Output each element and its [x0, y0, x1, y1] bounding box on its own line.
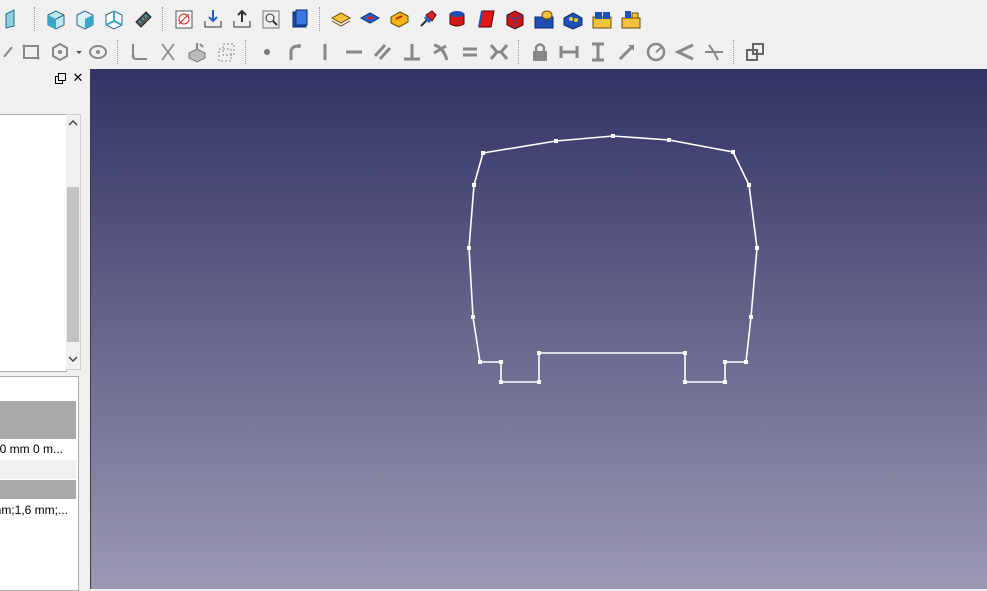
property-group-row[interactable] — [0, 420, 76, 439]
parallel-icon[interactable] — [368, 38, 397, 66]
radius-icon[interactable] — [641, 38, 670, 66]
horizontal-icon[interactable] — [339, 38, 368, 66]
separator — [117, 40, 119, 64]
export-icon[interactable] — [227, 5, 256, 33]
scroll-down-icon[interactable] — [66, 352, 80, 368]
inspect-icon[interactable] — [256, 5, 285, 33]
tangent-curve-icon[interactable] — [426, 38, 455, 66]
measure-ruler-icon[interactable] — [128, 5, 157, 33]
toolbar-constraints — [0, 35, 987, 70]
3d-view[interactable] — [90, 69, 987, 589]
separator — [245, 40, 247, 64]
toggle-construction-icon[interactable] — [740, 38, 769, 66]
tangent-icon[interactable] — [281, 38, 310, 66]
separator — [162, 7, 164, 31]
float-panel-icon[interactable] — [55, 73, 66, 84]
scrollbar-thumb[interactable] — [67, 187, 79, 342]
polygon-icon[interactable] — [45, 38, 74, 66]
assembly-yellow-2-icon[interactable] — [616, 5, 645, 33]
sketch-yellow-icon[interactable] — [326, 5, 355, 33]
rectangle-icon[interactable] — [0, 38, 16, 66]
panel-titlebar: ✕ — [0, 68, 89, 90]
separator — [518, 40, 520, 64]
angle-icon[interactable] — [670, 38, 699, 66]
datum-yellow-icon[interactable] — [529, 5, 558, 33]
close-panel-icon[interactable]: ✕ — [71, 71, 85, 85]
rectangle-icon[interactable] — [16, 38, 45, 66]
vertical-icon[interactable] — [310, 38, 339, 66]
view-right-icon[interactable] — [0, 5, 29, 33]
separator — [319, 7, 321, 31]
separator — [733, 40, 735, 64]
sketch-outline[interactable] — [468, 135, 758, 383]
pocket-yellow-icon[interactable] — [384, 5, 413, 33]
tree-vertical-scrollbar[interactable] — [66, 114, 81, 370]
model-tree[interactable] — [0, 114, 67, 372]
scroll-up-icon[interactable] — [66, 116, 80, 132]
vertical-distance-icon[interactable] — [583, 38, 612, 66]
fillet-icon[interactable] — [124, 38, 153, 66]
lock-icon[interactable] — [525, 38, 554, 66]
view-box-icon[interactable] — [99, 5, 128, 33]
dropdown-arrow-icon[interactable] — [74, 38, 83, 66]
perpendicular-icon[interactable] — [397, 38, 426, 66]
equal-icon[interactable] — [455, 38, 484, 66]
chamfer-icon[interactable] — [471, 5, 500, 33]
property-group-row[interactable] — [0, 401, 76, 420]
trim-icon[interactable] — [153, 38, 182, 66]
property-row-constraints[interactable]: nm;1,6 mm;... — [0, 501, 76, 520]
combo-view-panel: ✕ 0 mm 0 m... nm;1,6 mm;... — [0, 68, 89, 591]
multi-blue-icon[interactable] — [558, 5, 587, 33]
part-box-icon[interactable] — [169, 5, 198, 33]
assembly-yellow-icon[interactable] — [587, 5, 616, 33]
pad-red-blue-icon[interactable] — [355, 5, 384, 33]
circle-slot-icon[interactable] — [83, 38, 112, 66]
sketch-vertices[interactable] — [467, 134, 759, 384]
point-constraint-icon[interactable] — [252, 38, 281, 66]
view-isometric-front-icon[interactable] — [41, 5, 70, 33]
symmetric-icon[interactable] — [484, 38, 513, 66]
toolbar-top — [0, 2, 987, 36]
import-icon[interactable] — [198, 5, 227, 33]
view-isometric-icon[interactable] — [70, 5, 99, 33]
property-row-placement[interactable]: 0 mm 0 m... — [0, 440, 76, 459]
horizontal-distance-icon[interactable] — [554, 38, 583, 66]
distance-icon[interactable] — [612, 38, 641, 66]
sketch-geometry[interactable] — [91, 69, 987, 589]
property-group-row[interactable] — [0, 480, 76, 499]
part-cube-icon[interactable] — [500, 5, 529, 33]
snell-icon[interactable] — [699, 38, 728, 66]
part-design-icon[interactable] — [285, 5, 314, 33]
carbon-copy-icon[interactable] — [211, 38, 240, 66]
revolve-icon[interactable] — [442, 5, 471, 33]
property-view[interactable]: 0 mm 0 m... nm;1,6 mm;... — [0, 376, 79, 591]
external-geometry-icon[interactable] — [182, 38, 211, 66]
separator — [34, 7, 36, 31]
property-row[interactable] — [0, 460, 76, 479]
attach-pin-icon[interactable] — [413, 5, 442, 33]
